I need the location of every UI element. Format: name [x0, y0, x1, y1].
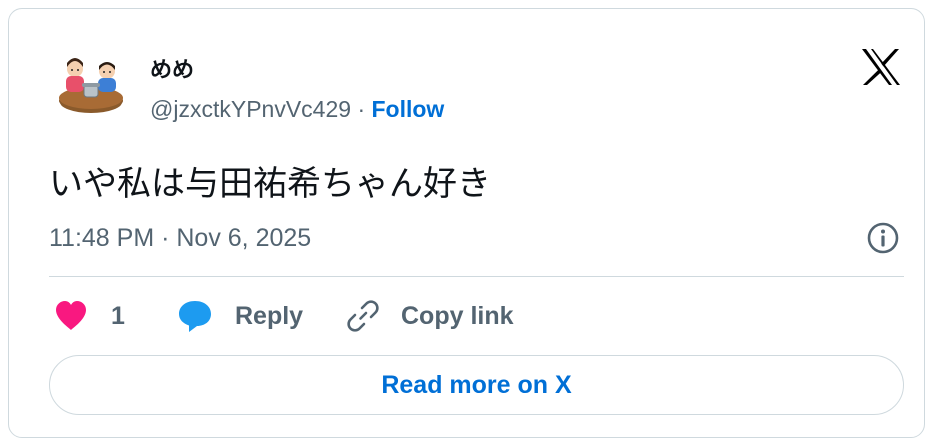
display-name[interactable]: めめ: [150, 52, 194, 84]
divider: [49, 276, 904, 277]
separator-dot: ·: [357, 96, 366, 122]
read-more-button[interactable]: Read more on X: [49, 355, 904, 415]
follow-link[interactable]: Follow: [372, 96, 445, 122]
embedded-tweet-card: めめ @jzxctkYPnvVc429 · Follow いや私は与田祐希ちゃん…: [8, 8, 925, 438]
avatar[interactable]: [55, 49, 127, 121]
tweet-timestamp[interactable]: 11:48 PM · Nov 6, 2025: [49, 224, 311, 253]
x-logo-icon[interactable]: [860, 47, 902, 87]
like-button[interactable]: 1: [53, 294, 125, 338]
heart-icon: [56, 301, 86, 330]
handle-row: @jzxctkYPnvVc429 · Follow: [150, 96, 444, 123]
reply-button[interactable]: Reply: [176, 294, 303, 338]
link-icon: [347, 300, 379, 332]
illustration-avatar-icon: [59, 58, 123, 113]
copy-link-label: Copy link: [401, 301, 514, 330]
copy-link-button[interactable]: Copy link: [345, 294, 514, 338]
like-count: 1: [111, 301, 125, 330]
info-icon[interactable]: [866, 221, 900, 255]
reply-label: Reply: [235, 301, 304, 330]
speech-bubble-icon: [179, 301, 211, 332]
user-handle[interactable]: @jzxctkYPnvVc429: [150, 96, 351, 122]
tweet-text: いや私は与田祐希ちゃん好き: [49, 165, 491, 203]
